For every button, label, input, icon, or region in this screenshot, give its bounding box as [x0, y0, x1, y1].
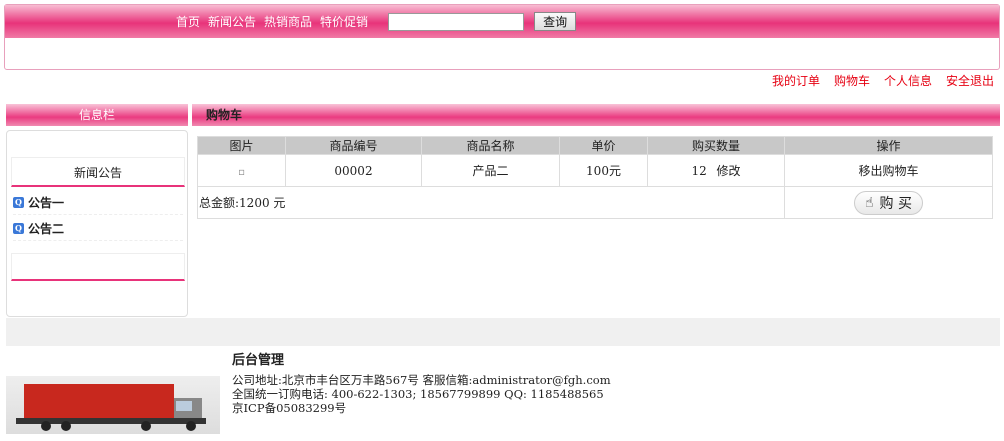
buy-cell: ☝ 购 买	[784, 186, 993, 219]
sidebar: 新闻公告 Q 公告一 Q 公告二	[6, 130, 188, 317]
col-price: 单价	[559, 136, 648, 155]
news-header[interactable]: 新闻公告	[11, 157, 185, 187]
profile-link[interactable]: 个人信息	[884, 72, 932, 89]
total-row: 总金额:1200 元 ☝ 购 买	[197, 186, 993, 219]
nav-home[interactable]: 首页	[176, 13, 200, 30]
hand-pointer-icon: ☝	[865, 194, 874, 211]
header: 首页 新闻公告 热销商品 特价促销 查询	[4, 4, 1000, 70]
sidebar-title: 信息栏	[6, 104, 188, 126]
nav-promotions[interactable]: 特价促销	[320, 13, 368, 30]
qty-cell: 12 修改	[647, 154, 785, 187]
sidebar-empty-block	[11, 253, 185, 281]
news-item[interactable]: Q 公告二	[13, 217, 183, 241]
bullet-icon: Q	[13, 197, 24, 208]
table-row: ▫ 00002 产品二 100元 12 修改 移出购物车	[197, 154, 993, 187]
broken-image-icon: ▫	[238, 166, 245, 178]
page-title: 购物车	[192, 104, 1000, 126]
product-code: 00002	[285, 154, 422, 187]
news-item-label: 公告一	[28, 196, 65, 210]
truck-image	[6, 376, 220, 434]
edit-qty-link[interactable]: 修改	[717, 164, 741, 178]
col-name: 商品名称	[421, 136, 560, 155]
col-qty: 购买数量	[647, 136, 785, 155]
product-image: ▫	[197, 154, 286, 187]
buy-button-label: 购 买	[879, 195, 912, 212]
footer-info: 公司地址:北京市丰台区万丰路567号 客服信箱:administrator@fg…	[232, 373, 611, 415]
product-name: 产品二	[421, 154, 560, 187]
news-item[interactable]: Q 公告一	[13, 191, 183, 215]
my-orders-link[interactable]: 我的订单	[772, 72, 820, 89]
search-input[interactable]	[388, 12, 525, 31]
total-amount: 总金额:1200 元	[197, 186, 785, 219]
remove-from-cart-link[interactable]: 移出购物车	[784, 154, 993, 187]
logout-link[interactable]: 安全退出	[946, 72, 994, 89]
footer-phone: 全国统一订购电话: 400-622-1303; 18567799899 QQ: …	[232, 387, 604, 401]
admin-link[interactable]: 后台管理	[232, 349, 284, 368]
nav-news[interactable]: 新闻公告	[208, 13, 256, 30]
col-action: 操作	[784, 136, 993, 155]
user-links: 我的订单 购物车 个人信息 安全退出	[772, 72, 994, 89]
product-qty: 12	[691, 164, 707, 178]
bullet-icon: Q	[13, 223, 24, 234]
col-code: 商品编号	[285, 136, 422, 155]
product-price: 100元	[559, 154, 648, 187]
cart-table: 图片 商品编号 商品名称 单价 购买数量 操作 ▫ 00002 产品二 100元…	[197, 136, 993, 219]
footer-address: 公司地址:北京市丰台区万丰路567号 客服信箱:administrator@fg…	[232, 373, 611, 387]
col-image: 图片	[197, 136, 286, 155]
header-band: 首页 新闻公告 热销商品 特价促销 查询	[5, 5, 999, 38]
footer-divider	[6, 318, 1000, 346]
news-item-label: 公告二	[28, 222, 65, 236]
table-header: 图片 商品编号 商品名称 单价 购买数量 操作	[197, 136, 993, 155]
nav-hot-products[interactable]: 热销商品	[264, 13, 312, 30]
footer-icp: 京ICP备05083299号	[232, 401, 347, 415]
main-nav: 首页 新闻公告 热销商品 特价促销	[176, 13, 376, 30]
buy-button[interactable]: ☝ 购 买	[854, 190, 923, 215]
search-button[interactable]: 查询	[534, 12, 577, 31]
cart-link[interactable]: 购物车	[834, 72, 870, 89]
